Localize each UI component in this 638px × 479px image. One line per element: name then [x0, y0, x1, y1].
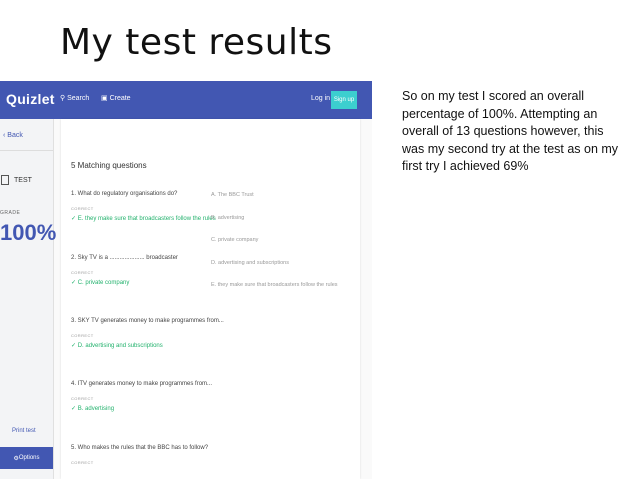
grade-label: GRADE: [0, 210, 21, 216]
section-title: 5 Matching questions: [71, 161, 147, 170]
question-text: 1. What do regulatory organisations do?: [71, 191, 178, 197]
question-status: CORRECT: [71, 206, 94, 211]
answer-option: A. The BBC Trust: [211, 192, 254, 198]
answer-options: A. The BBC Trust B. advertising C. priva…: [211, 192, 338, 305]
login-link[interactable]: Log in: [311, 95, 330, 102]
document-icon: [1, 175, 9, 185]
question-text: 3. SKY TV generates money to make progra…: [71, 318, 224, 324]
create-icon: ▣: [101, 95, 110, 102]
question-text: 4. ITV generates money to make programme…: [71, 381, 213, 387]
quizlet-topbar: Quizlet ⚲ Search ▣ Create Log in Sign up: [0, 81, 372, 119]
signup-button[interactable]: Sign up: [331, 91, 357, 109]
test-mode-label: TEST: [1, 175, 32, 185]
question-item: 3. SKY TV generates money to make progra…: [71, 318, 224, 349]
back-link[interactable]: ‹ Back: [3, 132, 23, 139]
create-label: Create: [109, 95, 131, 102]
answer-option: E. they make sure that broadcasters foll…: [211, 282, 338, 288]
question-text: 5. Who makes the rules that the BBC has …: [71, 445, 209, 451]
question-item: 5. Who makes the rules that the BBC has …: [71, 445, 221, 465]
options-label: Options: [18, 455, 40, 461]
grade-value: 100%: [0, 220, 57, 245]
answer-option: C. private company: [211, 237, 259, 243]
search-label: Search: [67, 95, 90, 102]
answer-option: D. advertising and subscriptions: [211, 259, 289, 266]
answer-option: B. advertising: [211, 214, 245, 221]
quizlet-logo[interactable]: Quizlet: [6, 91, 55, 107]
test-label: TEST: [14, 176, 32, 184]
create-button[interactable]: ▣ Create: [101, 94, 131, 102]
question-text: 2. Sky TV is a ..................... bro…: [71, 255, 178, 261]
question-item: 1. What do regulatory organisations do? …: [71, 191, 221, 222]
question-status: CORRECT: [71, 270, 94, 275]
divider: [0, 150, 53, 151]
question-answer: ✓ D. advertising and subscriptions: [71, 343, 163, 349]
search-button[interactable]: ⚲ Search: [60, 94, 89, 102]
question-answer: ✓ B. advertising: [71, 406, 115, 412]
slide-title: My test results: [60, 22, 333, 63]
question-status: CORRECT: [71, 460, 94, 465]
question-answer: ✓ C. private company: [71, 280, 130, 286]
options-button[interactable]: ⚙ Options: [0, 447, 53, 469]
results-description: So on my test I scored an overall percen…: [402, 89, 619, 173]
question-item: 2. Sky TV is a ..................... bro…: [71, 255, 221, 286]
question-item: 4. ITV generates money to make programme…: [71, 381, 221, 412]
print-test-link[interactable]: Print test: [12, 428, 36, 434]
quizlet-screenshot: Quizlet ⚲ Search ▣ Create Log in Sign up…: [0, 81, 372, 479]
question-status: CORRECT: [71, 333, 94, 338]
test-content: 5 Matching questions 1. What do regulato…: [61, 119, 360, 479]
question-status: CORRECT: [71, 396, 94, 401]
test-sidebar: ‹ Back TEST GRADE 100% Print test ⚙ Opti…: [0, 119, 57, 479]
question-answer: ✓ E. they make sure that broadcasters fo…: [71, 216, 216, 222]
back-label: Back: [7, 132, 23, 139]
